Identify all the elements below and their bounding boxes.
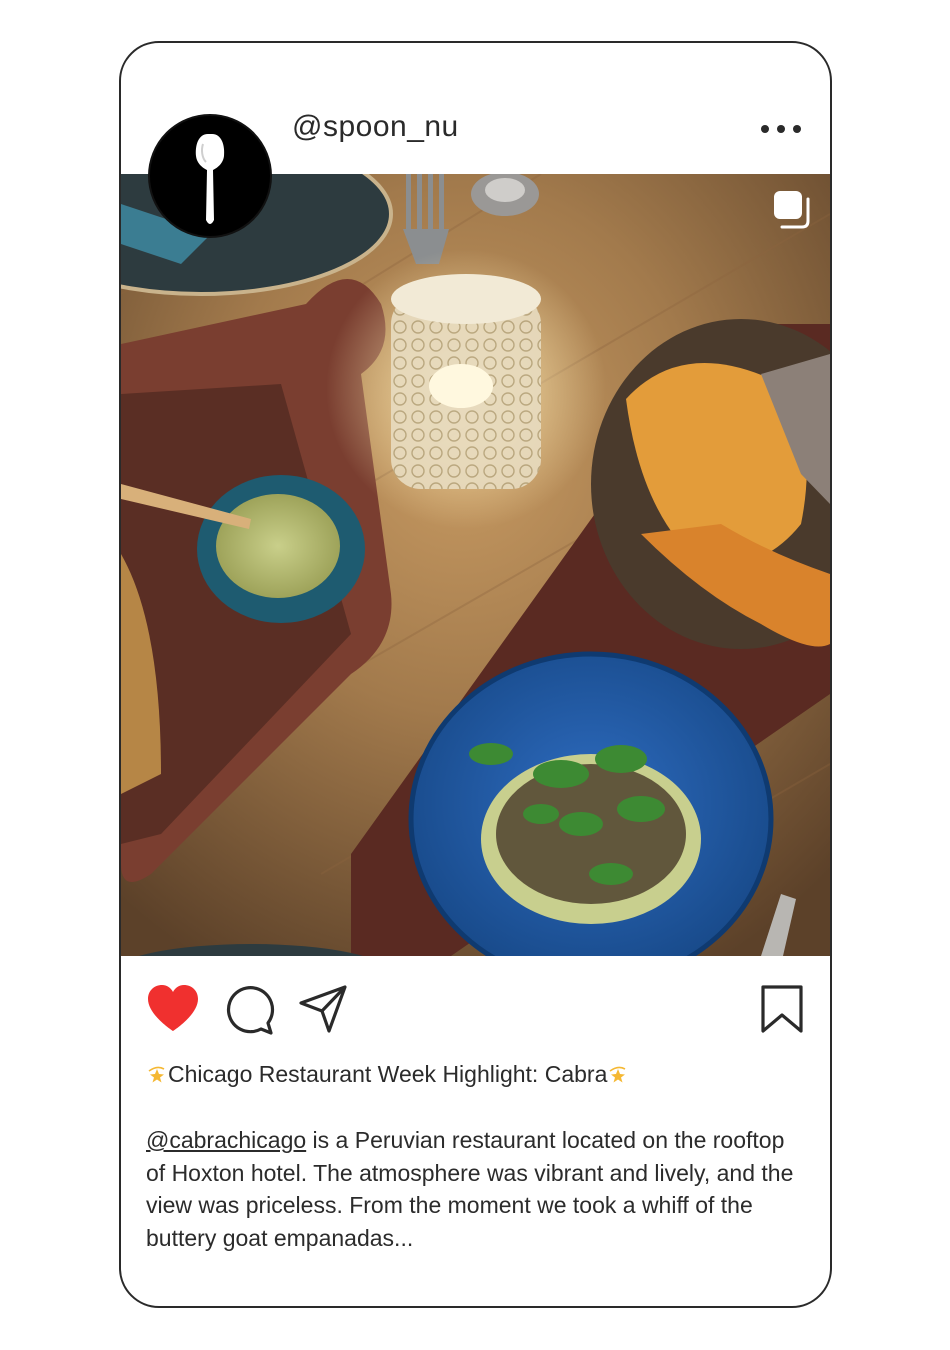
headline-text: Chicago Restaurant Week Highlight: Cabra [168, 1061, 608, 1087]
candle-holder [326, 249, 606, 529]
post-card: @spoon_nu Chicago Restaurant Week Highli… [119, 41, 832, 1308]
carousel-icon [774, 191, 810, 229]
comment-icon[interactable] [223, 983, 275, 1035]
dizzy-star-icon [148, 1066, 165, 1083]
post-photo[interactable] [121, 174, 830, 956]
username[interactable]: @spoon_nu [292, 110, 459, 144]
blue-plate [408, 651, 774, 956]
dizzy-star-icon [609, 1066, 626, 1083]
post-caption: @cabrachicago is a Peruvian restaurant l… [146, 1124, 806, 1254]
avatar[interactable] [148, 114, 272, 238]
food-photo-image [121, 174, 830, 956]
send-icon[interactable] [297, 983, 349, 1035]
mention-link[interactable]: @cabrachicago [146, 1127, 306, 1153]
bookmark-icon[interactable] [759, 983, 805, 1035]
ellipsis-icon[interactable] [757, 117, 805, 141]
heart-icon[interactable] [145, 983, 201, 1035]
post-headline: Chicago Restaurant Week Highlight: Cabra [146, 1061, 629, 1088]
spoon-icon [195, 134, 225, 224]
